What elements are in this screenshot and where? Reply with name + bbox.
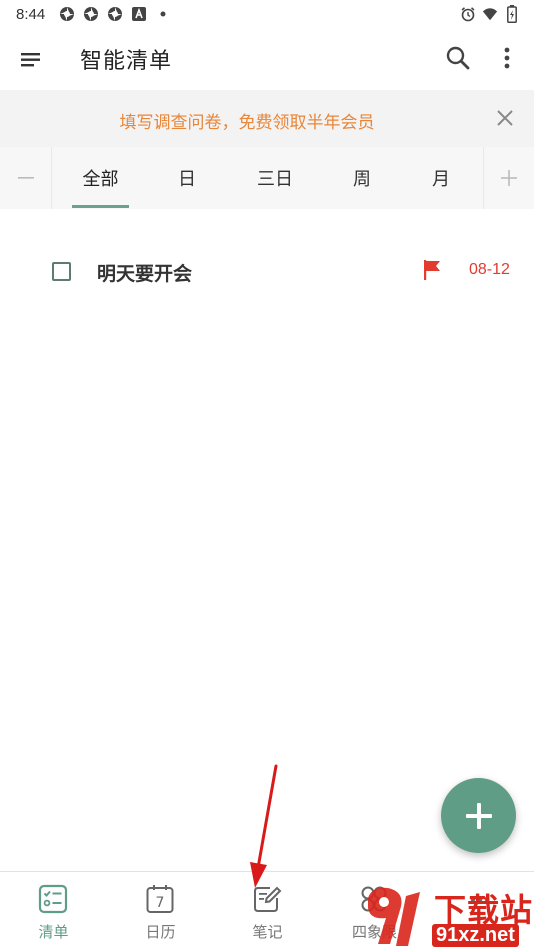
calendar-icon: 7 xyxy=(145,884,175,914)
period-tabs: 全部 日 三日 周 月 xyxy=(0,147,534,209)
a-notification-icon xyxy=(131,6,147,22)
nav-label: 清单 xyxy=(38,923,69,941)
nav-item-notes[interactable]: 笔记 xyxy=(214,872,321,950)
nav-label: 笔记 xyxy=(252,923,283,941)
quadrant-icon xyxy=(359,884,389,914)
red-flag-icon xyxy=(422,259,442,281)
nav-item-checklist[interactable]: 清单 xyxy=(0,872,107,950)
plus-icon xyxy=(465,802,492,829)
close-icon[interactable] xyxy=(494,107,516,129)
page-title: 智能清单 xyxy=(80,49,173,74)
bottom-nav: 清单 7 日历 笔记 四象限 其他 xyxy=(0,871,534,950)
nav-label: 日历 xyxy=(145,923,176,941)
status-bar: 8:44 xyxy=(0,0,534,28)
app-notification-icon xyxy=(107,6,123,22)
nav-label: 其他 xyxy=(465,923,496,941)
tab-month[interactable]: 月 xyxy=(414,147,468,209)
more-vert-icon[interactable] xyxy=(496,44,518,72)
banner-text[interactable]: 填写调查问卷，免费领取半年会员 xyxy=(0,108,494,133)
tab-all[interactable]: 全部 xyxy=(72,147,129,209)
tab-plus-button[interactable] xyxy=(483,147,534,209)
svg-text:7: 7 xyxy=(156,895,165,911)
battery-icon xyxy=(504,5,520,23)
app-notification-icon xyxy=(83,6,99,22)
search-icon[interactable] xyxy=(444,44,472,72)
task-checkbox[interactable] xyxy=(52,262,71,281)
hamburger-menu-icon[interactable] xyxy=(18,47,44,73)
tab-three-day[interactable]: 三日 xyxy=(244,147,306,209)
other-icon xyxy=(465,884,495,914)
status-time: 8:44 xyxy=(16,5,46,23)
alarm-icon xyxy=(460,6,476,22)
checklist-icon xyxy=(38,884,68,914)
tab-minus-button[interactable] xyxy=(0,147,52,209)
tab-day[interactable]: 日 xyxy=(160,147,214,209)
dot-icon xyxy=(155,6,171,22)
status-right xyxy=(460,5,520,23)
survey-banner: 填写调查问卷，免费领取半年会员 xyxy=(0,90,534,147)
nav-item-calendar[interactable]: 7 日历 xyxy=(107,872,214,950)
task-date: 08-12 xyxy=(469,261,510,278)
app-bar: 智能清单 xyxy=(0,28,534,90)
status-left: 8:44 xyxy=(16,6,171,23)
nav-item-other[interactable]: 其他 xyxy=(427,872,534,950)
task-row[interactable]: 明天要开会 08-12 xyxy=(0,238,534,304)
tab-week[interactable]: 周 xyxy=(335,147,389,209)
note-edit-icon xyxy=(252,884,282,914)
nav-label: 四象限 xyxy=(351,923,397,941)
app-notification-icon xyxy=(59,6,75,22)
task-title: 明天要开会 xyxy=(97,263,193,285)
wifi-icon xyxy=(482,6,498,22)
nav-item-quadrant[interactable]: 四象限 xyxy=(321,872,428,950)
tab-indicator xyxy=(72,205,129,208)
add-task-button[interactable] xyxy=(441,778,516,853)
